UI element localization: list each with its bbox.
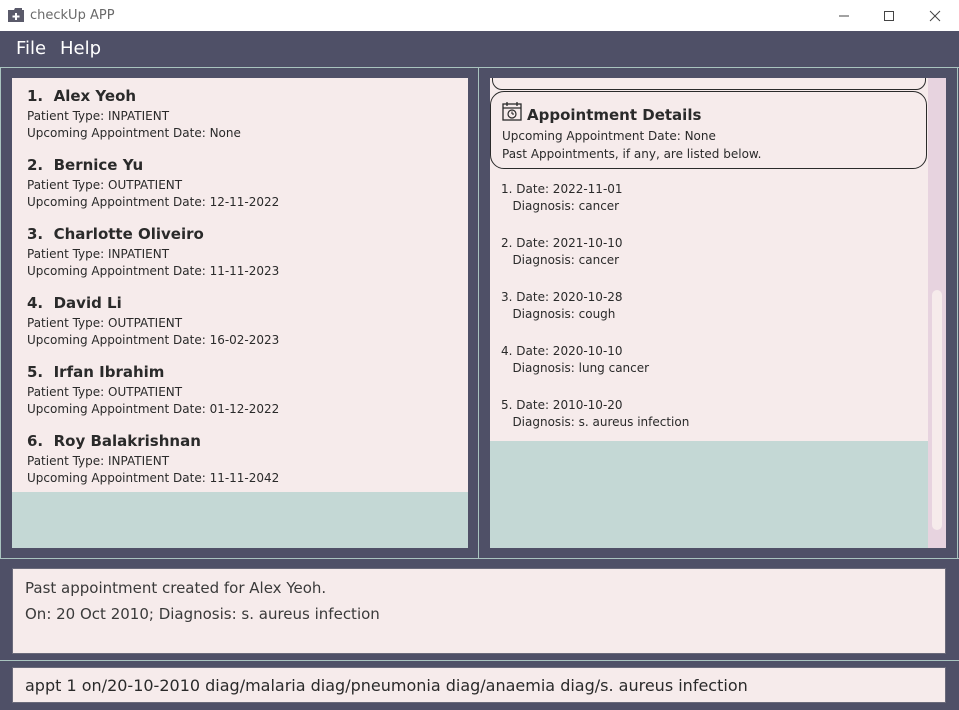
patient-type: Patient Type: INPATIENT (27, 247, 170, 261)
patient-card[interactable]: 1. Alex Yeoh Patient Type: INPATIENT Upc… (12, 78, 468, 147)
patient-appointment: Upcoming Appointment Date: 12-11-2022 (27, 195, 280, 209)
patient-list[interactable]: 1. Alex Yeoh Patient Type: INPATIENT Upc… (12, 78, 468, 548)
divider (0, 68, 1, 559)
patient-appointment: Upcoming Appointment Date: None (27, 126, 241, 140)
past-appointment-diagnosis: Diagnosis: lung cancer (501, 361, 650, 375)
result-detail: On: 20 Oct 2010; Diagnosis: s. aureus in… (25, 605, 380, 623)
patient-name: 4. David Li (27, 294, 122, 312)
patient-type: Patient Type: OUTPATIENT (27, 178, 183, 192)
menu-help[interactable]: Help (60, 38, 101, 59)
patient-name: 1. Alex Yeoh (27, 87, 137, 105)
patient-name: 2. Bernice Yu (27, 156, 144, 174)
scrollbar-thumb[interactable] (932, 290, 942, 530)
past-appointment-diagnosis: Diagnosis: cancer (501, 199, 620, 213)
appointment-content: Appointment Details Upcoming Appointment… (490, 78, 928, 441)
divider (0, 558, 959, 559)
past-appointment-date: 4. Date: 2020-10-10 (501, 344, 623, 358)
divider (0, 660, 959, 661)
past-appointment-diagnosis: Diagnosis: cough (501, 307, 616, 321)
maximize-button[interactable] (866, 0, 912, 31)
past-appointment-date: 1. Date: 2022-11-01 (501, 182, 623, 196)
menu-bar: File Help (0, 31, 959, 67)
divider (0, 67, 959, 68)
patient-appointment: Upcoming Appointment Date: 01-12-2022 (27, 402, 280, 416)
divider (478, 68, 479, 559)
patient-name: 3. Charlotte Oliveiro (27, 225, 204, 243)
patient-type: Patient Type: OUTPATIENT (27, 385, 183, 399)
divider (957, 68, 958, 559)
past-appointment-date: 2. Date: 2021-10-10 (501, 236, 623, 250)
minimize-icon (839, 15, 849, 16)
patient-appointment: Upcoming Appointment Date: 16-02-2023 (27, 333, 280, 347)
previous-card (492, 78, 926, 90)
result-display: Past appointment created for Alex Yeoh. … (12, 568, 946, 654)
patient-name: 6. Roy Balakrishnan (27, 432, 201, 450)
appointment-panel[interactable]: Appointment Details Upcoming Appointment… (490, 78, 928, 548)
upcoming-appointment: Upcoming Appointment Date: None (502, 129, 716, 143)
patient-card[interactable]: 4. David Li Patient Type: OUTPATIENT Upc… (12, 285, 468, 354)
maximize-icon (884, 10, 894, 21)
patient-appointment: Upcoming Appointment Date: 11-11-2042 (27, 471, 280, 485)
appointment-details-card: Appointment Details Upcoming Appointment… (490, 91, 927, 169)
minimize-button[interactable] (821, 0, 867, 31)
patient-card[interactable]: 5. Irfan Ibrahim Patient Type: OUTPATIEN… (12, 354, 468, 423)
vertical-scrollbar[interactable] (928, 78, 946, 548)
patient-type: Patient Type: INPATIENT (27, 454, 170, 468)
close-button[interactable] (912, 0, 958, 31)
past-appointment-diagnosis: Diagnosis: s. aureus infection (501, 415, 690, 429)
past-appointment-diagnosis: Diagnosis: cancer (501, 253, 620, 267)
patient-card[interactable]: 2. Bernice Yu Patient Type: OUTPATIENT U… (12, 147, 468, 216)
patient-type: Patient Type: INPATIENT (27, 109, 170, 123)
menu-file[interactable]: File (16, 38, 46, 59)
past-appointments-note: Past Appointments, if any, are listed be… (502, 147, 762, 161)
command-input[interactable]: appt 1 on/20-10-2010 diag/malaria diag/p… (12, 667, 946, 703)
patient-card[interactable]: 6. Roy Balakrishnan Patient Type: INPATI… (12, 423, 468, 492)
folder-plus-icon (8, 8, 24, 22)
past-appointment-date: 5. Date: 2010-10-20 (501, 398, 623, 412)
command-text: appt 1 on/20-10-2010 diag/malaria diag/p… (25, 676, 748, 695)
title-bar: checkUp APP (0, 0, 959, 32)
calendar-clock-icon (502, 102, 522, 121)
result-message: Past appointment created for Alex Yeoh. (25, 579, 327, 597)
details-title: Appointment Details (527, 106, 702, 124)
past-appointment-date: 3. Date: 2020-10-28 (501, 290, 623, 304)
patient-name: 5. Irfan Ibrahim (27, 363, 165, 381)
window-title: checkUp APP (30, 8, 115, 23)
close-icon (929, 10, 941, 21)
patient-card[interactable]: 3. Charlotte Oliveiro Patient Type: INPA… (12, 216, 468, 285)
patient-type: Patient Type: OUTPATIENT (27, 316, 183, 330)
patient-appointment: Upcoming Appointment Date: 11-11-2023 (27, 264, 280, 278)
